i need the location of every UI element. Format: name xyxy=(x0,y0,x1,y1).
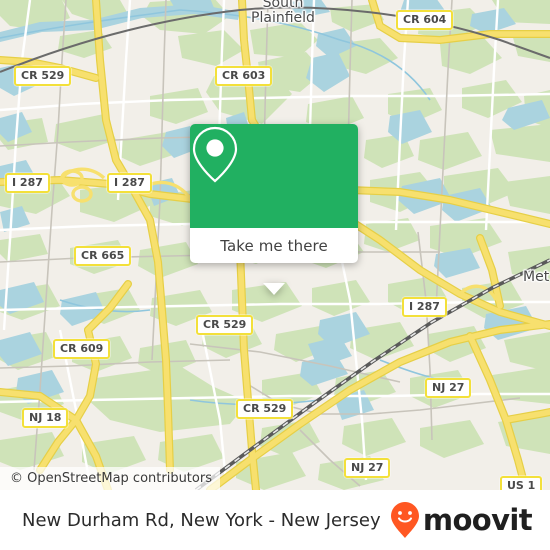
location-title: New Durham Rd, New York - New Jersey xyxy=(22,509,381,531)
shield-cr-529-mid[interactable]: CR 529 xyxy=(196,315,254,335)
shield-i-287-central[interactable]: I 287 xyxy=(107,173,152,193)
shield-cr-529-south[interactable]: CR 529 xyxy=(236,399,294,419)
shield-nj-18[interactable]: NJ 18 xyxy=(22,408,69,428)
map-pin-icon xyxy=(192,126,238,183)
shield-i-287-east[interactable]: I 287 xyxy=(402,297,447,317)
take-me-there-button[interactable]: Take me there xyxy=(190,228,358,263)
popup-pointer-tail xyxy=(263,283,285,295)
popup-header xyxy=(190,124,358,228)
map-attribution[interactable]: © OpenStreetMap contributors xyxy=(0,467,220,490)
shield-cr-665[interactable]: CR 665 xyxy=(74,246,132,266)
footer-bar: New Durham Rd, New York - New Jersey moo… xyxy=(0,490,550,550)
shield-cr-603[interactable]: CR 603 xyxy=(215,66,273,86)
shield-cr-609[interactable]: CR 609 xyxy=(53,339,111,359)
moovit-pin-smiley-icon xyxy=(390,502,419,538)
take-me-there-label: Take me there xyxy=(220,236,328,255)
shield-i-287-west[interactable]: I 287 xyxy=(5,173,50,193)
moovit-map-screenshot: South Plainfield Met CR 604 CR 529 CR 60… xyxy=(0,0,550,550)
shield-nj-27-lower[interactable]: NJ 27 xyxy=(344,458,391,478)
shield-us-1[interactable]: US 1 xyxy=(500,476,543,490)
moovit-logo[interactable]: moovit xyxy=(390,501,533,539)
shield-cr-529-north[interactable]: CR 529 xyxy=(14,66,72,86)
map-canvas[interactable]: South Plainfield Met CR 604 CR 529 CR 60… xyxy=(0,0,550,490)
moovit-wordmark: moovit xyxy=(422,502,533,537)
location-popup-card[interactable]: Take me there xyxy=(190,124,358,295)
attribution-text: © OpenStreetMap contributors xyxy=(10,471,212,486)
shield-nj-27-upper[interactable]: NJ 27 xyxy=(425,378,472,398)
shield-cr-604[interactable]: CR 604 xyxy=(396,10,454,30)
